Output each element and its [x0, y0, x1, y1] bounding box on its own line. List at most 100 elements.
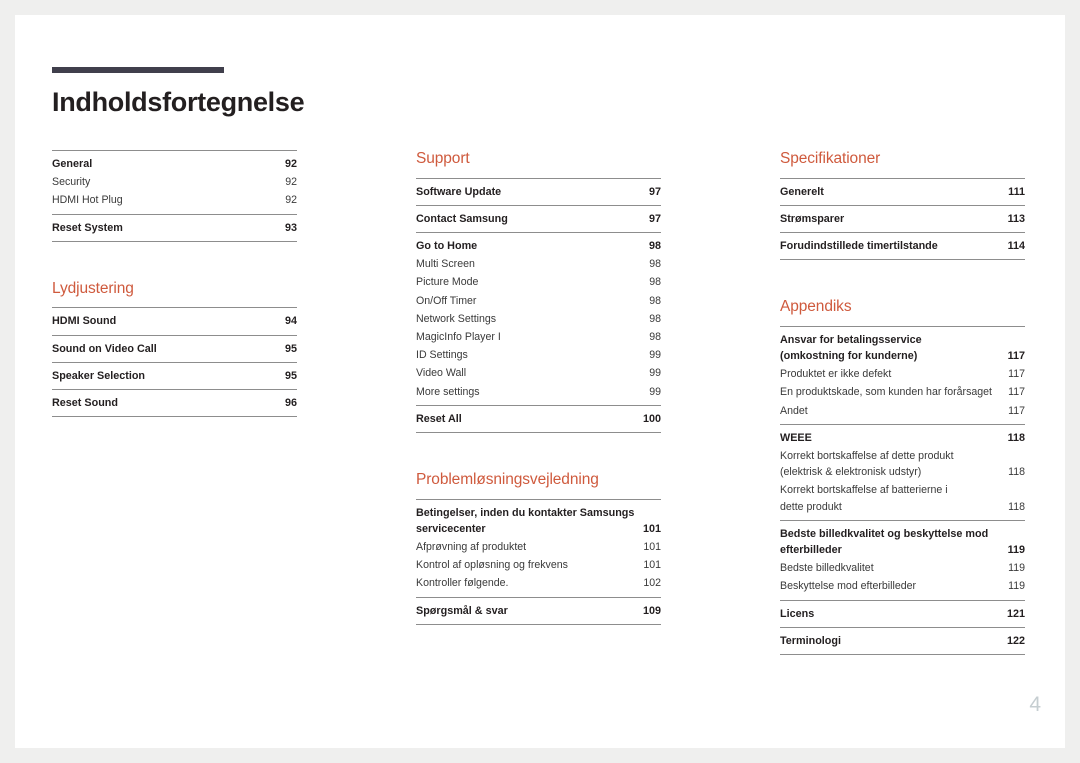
toc-entry[interactable]: Picture Mode 98 — [416, 273, 661, 291]
toc-entry[interactable]: Sound on Video Call 95 — [52, 340, 297, 358]
toc-entry-label: Korrekt bortskaffelse af dette produkt — [780, 450, 954, 463]
toc-entry[interactable]: MagicInfo Player I 98 — [416, 328, 661, 346]
toc-entry[interactable]: Generelt 111 — [780, 183, 1025, 201]
toc-group: Reset Sound 96 — [52, 389, 297, 418]
toc-group: Bedste billedkvalitet og beskyttelse mod… — [780, 519, 1025, 600]
toc-entry-page: 117 — [1007, 350, 1025, 362]
toc-columns: General 92 Security 92 HDMI Hot Plug 92 Reset … — [52, 150, 1064, 656]
toc-entry[interactable]: Go to Home 98 — [416, 237, 661, 255]
toc-entry[interactable]: Reset Sound 96 — [52, 394, 297, 412]
toc-entry[interactable]: Strømsparer 113 — [780, 210, 1025, 228]
toc-entry[interactable]: Spørgsmål & svar 109 — [416, 602, 661, 620]
toc-entry[interactable]: Korrekt bortskaffelse af batterierne i de… — [780, 481, 1025, 515]
toc-entry[interactable]: Terminologi 122 — [780, 632, 1025, 650]
toc-entry[interactable]: ID Settings 99 — [416, 346, 661, 364]
toc-entry-continuation: efterbilleder 119 — [780, 542, 1025, 558]
toc-entry-label-line2: (omkostning for kunderne) — [780, 350, 918, 362]
toc-entry[interactable]: Licens 121 — [780, 605, 1025, 623]
toc-entry-label: Network Settings — [416, 312, 497, 325]
toc-entry-page: 117 — [1008, 404, 1025, 417]
toc-entry-label: Go to Home — [416, 240, 478, 252]
section-heading: Lydjustering — [52, 279, 134, 297]
toc-group: Terminologi 122 — [780, 626, 1025, 656]
toc-entry-page: 100 — [642, 412, 661, 425]
section-heading: Specifikationer — [780, 150, 881, 167]
toc-entry[interactable]: Afprøvning af produktet 101 — [416, 538, 661, 556]
toc-entry-label: Kontroller følgende. — [416, 577, 509, 590]
toc-entry-page: 99 — [649, 349, 661, 362]
toc-entry-label: HDMI Sound — [52, 315, 117, 328]
toc-entry-label: Bedste billedkvalitet og beskyttelse mod — [780, 527, 989, 540]
toc-entry[interactable]: Reset All 100 — [416, 410, 661, 428]
toc-entry[interactable]: Bedste billedkvalitet 119 — [780, 559, 1025, 577]
toc-entry[interactable]: Korrekt bortskaffelse af dette produkt (e… — [780, 447, 1025, 481]
toc-entry-page: 119 — [1008, 580, 1025, 593]
toc-section: Support Software Update 97 Contact Samsung 9… — [416, 150, 661, 434]
toc-entry-page: 99 — [649, 367, 661, 380]
toc-entry[interactable]: Reset System 93 — [52, 219, 297, 237]
toc-group: Spørgsmål & svar 109 — [416, 596, 661, 625]
toc-entry-label: Reset System — [52, 221, 123, 234]
toc-entry[interactable]: Beskyttelse mod efterbilleder 119 — [780, 577, 1025, 595]
toc-entry-label: Generelt — [780, 185, 824, 198]
section-heading: Problemløsningsvejledning — [416, 471, 599, 489]
toc-entry-page: 93 — [284, 221, 297, 234]
toc-entry-page: 98 — [649, 258, 661, 271]
toc-entry[interactable]: Network Settings 98 — [416, 310, 661, 328]
toc-entry-label-line2: efterbilleder — [780, 544, 842, 557]
toc-entry[interactable]: HDMI Sound 94 — [52, 312, 297, 330]
toc-entry[interactable]: WEEE 118 — [780, 429, 1025, 447]
toc-entry-label: Bedste billedkvalitet — [780, 562, 874, 575]
toc-entry[interactable]: Video Wall 99 — [416, 364, 661, 382]
toc-entry[interactable]: Kontroller følgende. 102 — [416, 574, 661, 592]
toc-entry-label: Ansvar for betalingsservice — [780, 333, 922, 346]
toc-entry-label: HDMI Hot Plug — [52, 194, 123, 207]
toc-entry-page: 98 — [649, 294, 661, 307]
toc-section: Problemløsningsvejledning Betingelser, in… — [416, 471, 661, 625]
toc-group: General 92 Security 92 HDMI Hot Plug 92 — [52, 150, 297, 214]
toc-entry[interactable]: HDMI Hot Plug 92 — [52, 191, 297, 209]
toc-entry-page: 117 — [1008, 368, 1025, 381]
section-heading: Support — [416, 150, 470, 167]
toc-entry[interactable]: Security 92 — [52, 173, 297, 191]
toc-entry-label: More settings — [416, 385, 480, 398]
toc-entry[interactable]: Contact Samsung 97 — [416, 210, 661, 228]
toc-group: Ansvar for betalingsservice (omkostning f… — [780, 325, 1025, 424]
toc-entry-label: Speaker Selection — [52, 369, 146, 382]
toc-entry-page: 102 — [643, 577, 661, 590]
toc-group: HDMI Sound 94 — [52, 307, 297, 334]
toc-entry[interactable]: Betingelser, inden du kontakter Samsungs… — [416, 504, 661, 538]
toc-entry-label: Security — [52, 176, 91, 189]
toc-entry-page: 95 — [284, 342, 297, 355]
toc-entry-page: 114 — [1007, 240, 1025, 252]
toc-entry-label: On/Off Timer — [416, 294, 477, 307]
toc-entry-label: MagicInfo Player I — [416, 331, 501, 344]
toc-entry[interactable]: General 92 — [52, 155, 297, 173]
toc-entry[interactable]: Forudindstillede timertilstande 114 — [780, 237, 1025, 255]
toc-entry[interactable]: En produktskade, som kunden har forårsag… — [780, 383, 1025, 401]
toc-entry-page: 99 — [649, 385, 661, 398]
toc-entry[interactable]: Speaker Selection 95 — [52, 367, 297, 385]
toc-entry-label-line2: dette produkt — [780, 500, 842, 513]
toc-entry-label: Strømsparer — [780, 212, 845, 225]
toc-entry[interactable]: Kontrol af opløsning og frekvens 101 — [416, 556, 661, 574]
toc-group: Speaker Selection 95 — [52, 361, 297, 389]
toc-entry-label: General — [52, 158, 93, 170]
toc-entry-label: En produktskade, som kunden har forårsag… — [780, 386, 992, 399]
toc-entry[interactable]: On/Off Timer 98 — [416, 292, 661, 310]
toc-entry-page: 96 — [284, 397, 297, 410]
toc-entry-page: 109 — [642, 604, 661, 617]
toc-entry-continuation: (elektrisk & elektronisk udstyr) 118 — [780, 464, 1025, 480]
toc-entry-label: Sound on Video Call — [52, 342, 157, 355]
toc-section: General 92 Security 92 HDMI Hot Plug 92 Reset … — [52, 150, 297, 242]
toc-entry[interactable]: Ansvar for betalingsservice (omkostning f… — [780, 331, 1025, 365]
toc-entry[interactable]: Andet 117 — [780, 402, 1025, 420]
toc-entry-label: Contact Samsung — [416, 212, 508, 225]
toc-entry[interactable]: Multi Screen 98 — [416, 255, 661, 273]
toc-entry-label: Terminologi — [780, 634, 841, 647]
toc-entry-label: Reset Sound — [52, 397, 118, 410]
toc-entry[interactable]: More settings 99 — [416, 383, 661, 401]
toc-entry[interactable]: Bedste billedkvalitet og beskyttelse mod… — [780, 525, 1025, 559]
toc-entry[interactable]: Software Update 97 — [416, 183, 661, 201]
toc-entry[interactable]: Produktet er ikke defekt 117 — [780, 365, 1025, 383]
